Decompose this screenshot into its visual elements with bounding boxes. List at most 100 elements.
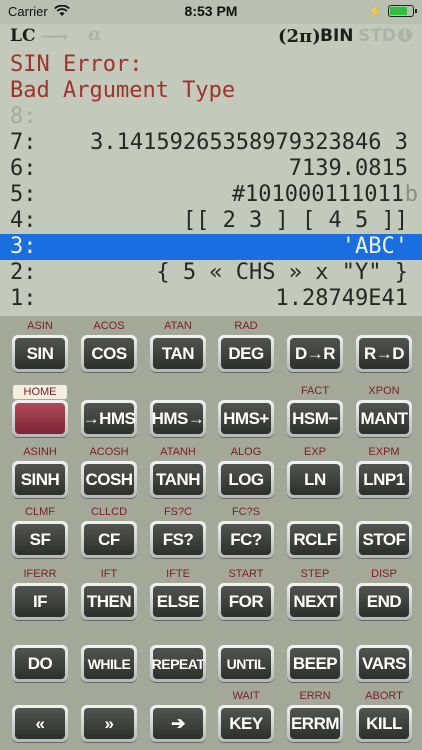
key-label: SIN [15, 338, 65, 369]
key-end-button[interactable]: END [356, 583, 412, 620]
key-label: COSH [84, 464, 134, 495]
key-mant-button[interactable]: MANT [356, 400, 412, 437]
key-cos-button[interactable]: COS [81, 335, 137, 372]
key-tan-button[interactable]: TAN [150, 335, 206, 372]
key-sf-button[interactable]: SF [12, 521, 68, 558]
stack-level-2[interactable]: 2:{ 5 « CHS » x "Y" } [0, 260, 422, 286]
shift-label-iferr: IFERR [23, 568, 57, 580]
key-label: TANH [153, 464, 203, 495]
key-vars-button[interactable]: VARS [356, 645, 412, 682]
mode-indicator: STD [358, 26, 396, 46]
stack-level-8[interactable]: 8: [0, 104, 422, 130]
key-label [15, 403, 65, 434]
key-label: VARS [359, 648, 409, 679]
info-icon[interactable]: i [398, 28, 412, 42]
stack-level-3[interactable]: 3: 'ABC' [0, 234, 422, 260]
key-log-button[interactable]: LOG [218, 461, 274, 498]
error-title: SIN Error: [10, 52, 143, 77]
stack-level-7[interactable]: 7: 3.14159265358979323846 3 [0, 130, 422, 156]
key-label: UNTIL [221, 648, 271, 679]
stack-level-4[interactable]: 4:[[ 2 3 ] [ 4 5 ]] [0, 208, 422, 234]
key-label: →HMS [83, 403, 136, 434]
key-label: REPEAT [152, 648, 205, 679]
key-do-button[interactable]: DO [12, 645, 68, 682]
key-label: HSM− [290, 403, 340, 434]
key-label: D→R [290, 338, 340, 369]
clock: 8:53 PM [184, 3, 238, 19]
key-hms-button[interactable]: →HMS [81, 400, 137, 437]
shift-label-expm: EXPM [368, 446, 400, 458]
shift-label-fcs: FC?S [231, 506, 261, 518]
shift-label-disp: DISP [371, 568, 397, 580]
key-hms-button[interactable]: HMS→ [150, 400, 206, 437]
key-k38-button[interactable]: ➔ [150, 705, 206, 742]
status-bar: Carrier 8:53 PM ⚡ [0, 0, 422, 24]
key-ln-button[interactable]: LN [287, 461, 343, 498]
key-label: WHILE [84, 648, 134, 679]
error-message: Bad Argument Type [10, 78, 236, 103]
stack-level-1[interactable]: 1: 1.28749E41 [0, 286, 422, 312]
shift-label-atan: ATAN [164, 320, 192, 332]
stack-level-5[interactable]: 5: #101000111011 b [0, 182, 422, 208]
key-lnp1-button[interactable]: LNP1 [356, 461, 412, 498]
key-key-button[interactable]: KEY [218, 705, 274, 742]
shift-label-home: HOME [13, 385, 67, 399]
key-home-button[interactable] [12, 400, 68, 437]
key-label: « [15, 708, 65, 739]
key-for-button[interactable]: FOR [218, 583, 274, 620]
battery-icon [388, 5, 417, 17]
annunciator-bar: LC ⟶ α (2π) BIN STD i [0, 24, 422, 50]
shift-label-abort: ABORT [365, 690, 403, 702]
key-cosh-button[interactable]: COSH [81, 461, 137, 498]
alpha-indicator: α [88, 24, 102, 45]
key-fs-button[interactable]: FS? [150, 521, 206, 558]
key-cf-button[interactable]: CF [81, 521, 137, 558]
key-fc-button[interactable]: FC? [218, 521, 274, 558]
key-rclf-button[interactable]: RCLF [287, 521, 343, 558]
key-rd-button[interactable]: R→D [356, 335, 412, 372]
key-until-button[interactable]: UNTIL [218, 645, 274, 682]
key-label: NEXT [290, 586, 340, 617]
lc-indicator: LC [10, 26, 36, 46]
key-label: LN [290, 464, 340, 495]
key-beep-button[interactable]: BEEP [287, 645, 343, 682]
shift-label-alog: ALOG [230, 446, 262, 458]
key-if-button[interactable]: IF [12, 583, 68, 620]
key-label: STOF [359, 524, 409, 555]
stack-level-6[interactable]: 6: 7139.0815 [0, 156, 422, 182]
key-label: BEEP [290, 648, 340, 679]
shift-label-xpon: XPON [368, 385, 400, 397]
key-label: CF [84, 524, 134, 555]
key-else-button[interactable]: ELSE [150, 583, 206, 620]
key-label: COS [84, 338, 134, 369]
key-label: DEG [221, 338, 271, 369]
key-label: MANT [359, 403, 409, 434]
key-sin-button[interactable]: SIN [12, 335, 68, 372]
shift-label-errn: ERRN [299, 690, 331, 702]
key-label: FC? [221, 524, 271, 555]
shift-label-step: STEP [300, 568, 330, 580]
key-label: DO [15, 648, 65, 679]
key-repeat-button[interactable]: REPEAT [150, 645, 206, 682]
key-k37-button[interactable]: » [81, 705, 137, 742]
key-hsm-button[interactable]: HSM− [287, 400, 343, 437]
shift-label-cllcd: CLLCD [90, 506, 128, 518]
key-errm-button[interactable]: ERRM [287, 705, 343, 742]
shift-label-asinh: ASINH [23, 446, 57, 458]
key-kill-button[interactable]: KILL [356, 705, 412, 742]
key-label: SF [15, 524, 65, 555]
key-hms-button[interactable]: HMS+ [218, 400, 274, 437]
key-next-button[interactable]: NEXT [287, 583, 343, 620]
key-while-button[interactable]: WHILE [81, 645, 137, 682]
key-label: LOG [221, 464, 271, 495]
key-deg-button[interactable]: DEG [218, 335, 274, 372]
key-tanh-button[interactable]: TANH [150, 461, 206, 498]
shift-label-ifte: IFTE [166, 568, 190, 580]
key-then-button[interactable]: THEN [81, 583, 137, 620]
key-label: HMS+ [221, 403, 271, 434]
key-stof-button[interactable]: STOF [356, 521, 412, 558]
key-dr-button[interactable]: D→R [287, 335, 343, 372]
key-sinh-button[interactable]: SINH [12, 461, 68, 498]
angle-indicator: (2π) [278, 26, 321, 47]
key-k36-button[interactable]: « [12, 705, 68, 742]
